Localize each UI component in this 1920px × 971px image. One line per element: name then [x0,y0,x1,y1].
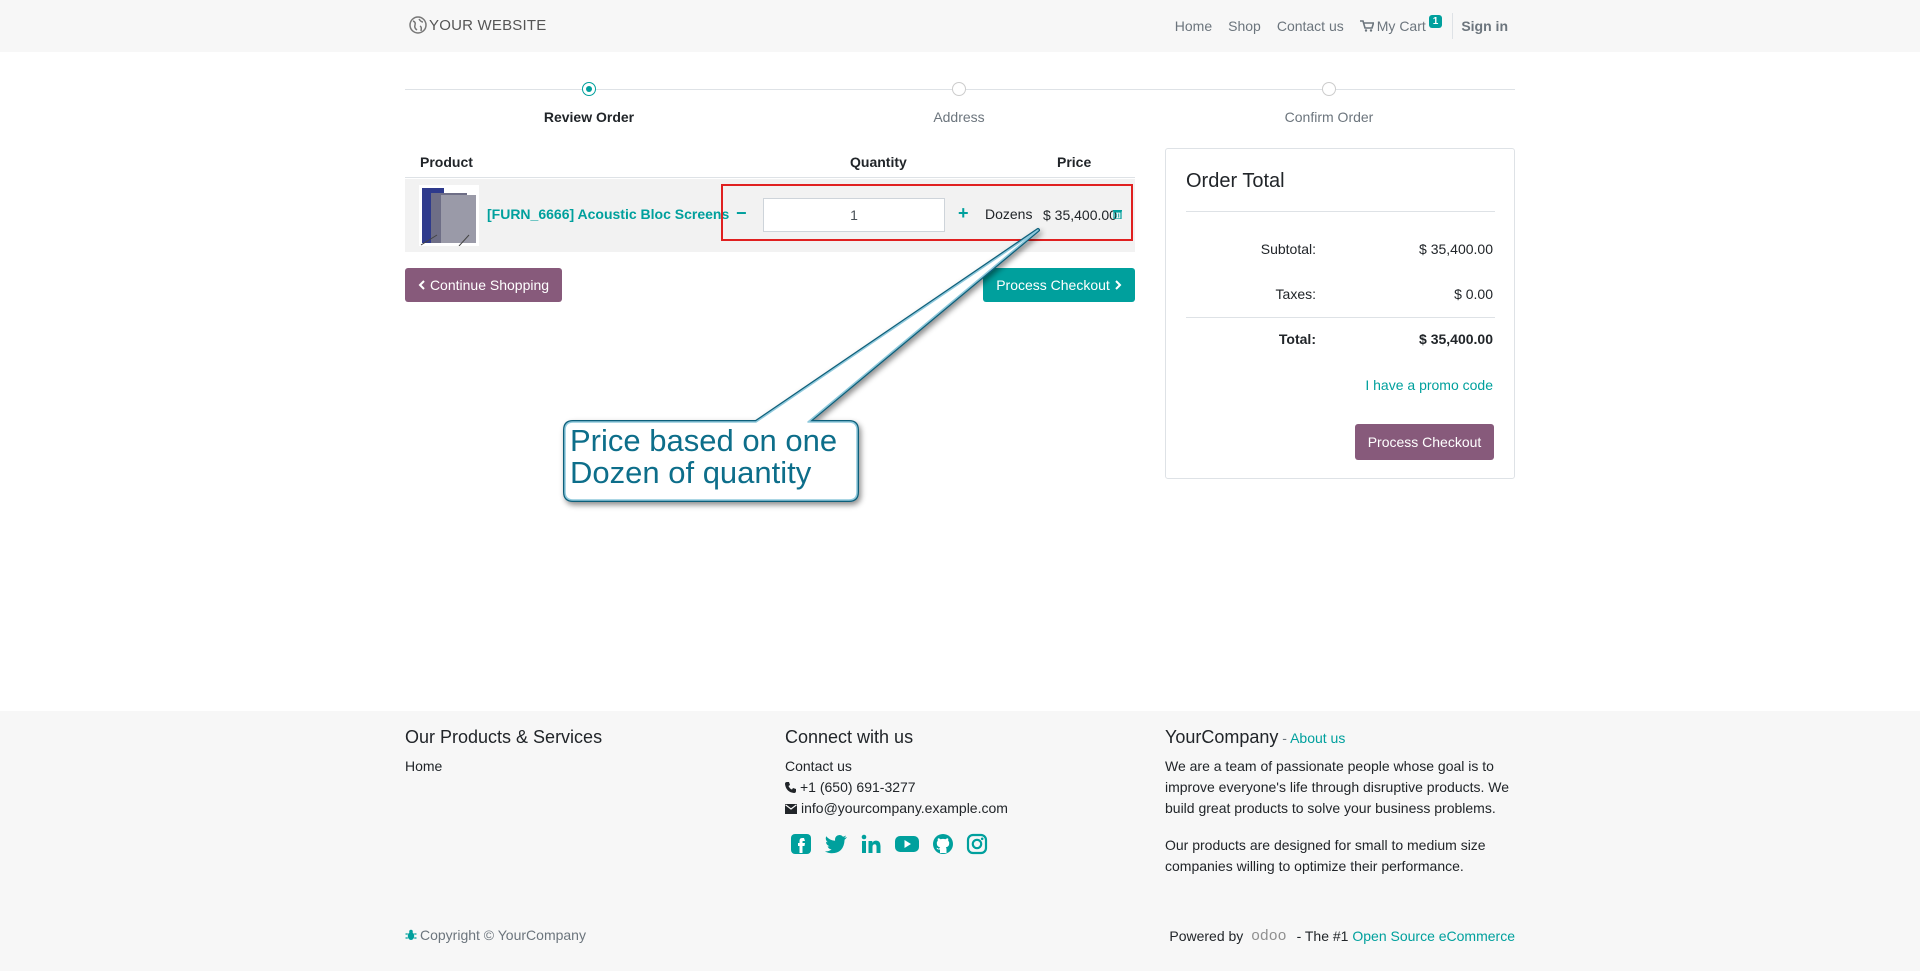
step-review-order: Review Order [543,109,635,125]
linkedin-icon[interactable] [860,833,882,858]
step-dot-confirm [1322,82,1336,96]
twitter-icon[interactable] [824,833,848,858]
promo-code-link[interactable]: I have a promo code [1365,377,1493,393]
footer-connect-column: Connect with us Contact us +1 (650) 691-… [785,727,1008,858]
company-name: YourCompany [1165,727,1279,747]
instagram-icon[interactable] [966,833,988,858]
total-value: $ 35,400.00 [1419,331,1493,347]
subtotal-value: $ 35,400.00 [1419,241,1493,257]
main-nav: Home Shop Contact us My Cart 1 Sign in [1159,0,1508,52]
chevron-left-icon [418,280,425,290]
email-address: info@yourcompany.example.com [801,800,1008,816]
signin-link[interactable]: Sign in [1461,18,1508,34]
odoo-logo[interactable]: odoo [1251,927,1286,944]
product-image[interactable] [419,185,479,247]
footer-products-column: Our Products & Services Home [405,727,602,777]
powered-by: Powered by odoo - The #1 Open Source eCo… [1169,927,1515,944]
continue-shopping-label: Continue Shopping [429,277,550,293]
order-total-title: Order Total [1186,170,1285,192]
taxes-label: Taxes: [1275,286,1316,302]
about-paragraph-1: We are a team of passionate people whose… [1165,758,1510,816]
highlight-box: − + Dozens $ 35,400.00 [721,184,1133,241]
phone-icon [785,782,796,793]
nav-contact[interactable]: Contact us [1277,18,1344,34]
footer-about-title: YourCompany - About us [1165,727,1525,748]
social-links [790,833,1008,858]
taxes-value: $ 0.00 [1454,286,1493,302]
nav-cart[interactable]: My Cart 1 [1359,14,1443,34]
product-name-link[interactable]: [FURN_6666] Acoustic Bloc Screens [487,206,729,222]
cart-icon [1359,20,1374,32]
card-divider [1186,211,1495,212]
step-dot-review [582,82,596,96]
continue-shopping-button[interactable]: Continue Shopping [405,268,562,302]
brand-name: YOUR WEBSITE [429,16,547,34]
cart-label: My Cart [1376,18,1426,34]
nav-divider [1452,13,1454,39]
step-confirm-order: Confirm Order [1284,109,1374,125]
col-product: Product [420,154,473,170]
step-dot-address [952,82,966,96]
site-header: YOUR WEBSITE Home Shop Contact us My Car… [0,0,1920,52]
phone-number: +1 (650) 691-3277 [800,779,916,795]
step-address: Address [933,109,985,125]
unit-of-measure: Dozens [985,206,1033,222]
callout-line-1: Price based on one [570,423,838,458]
minus-icon[interactable]: − [736,204,747,222]
cart-table-header: Product Quantity Price [405,150,1135,178]
subtotal-label: Subtotal: [1260,241,1316,257]
footer-email: info@yourcompany.example.com [785,798,1008,819]
site-logo[interactable]: YOUR WEBSITE [409,16,546,34]
process-checkout-button[interactable]: Process Checkout [983,268,1135,302]
cart-count-badge: 1 [1428,14,1443,28]
callout-text: Price based on one Dozen of quantity [570,425,837,489]
plus-icon[interactable]: + [958,204,969,222]
col-price: Price [1057,154,1092,170]
open-source-ecommerce-link[interactable]: Open Source eCommerce [1352,928,1515,944]
footer-about-column: YourCompany - About us We are a team of … [1165,727,1525,877]
line-price: $ 35,400.00 [1043,207,1117,223]
powered-by-mid: - The #1 [1292,927,1353,944]
footer-products-title: Our Products & Services [405,727,603,747]
footer-connect-title: Connect with us [785,727,914,747]
copyright-text: Copyright © YourCompany [420,927,586,943]
footer-phone: +1 (650) 691-3277 [785,777,1008,798]
copyright: Copyright © YourCompany [405,927,586,943]
globe-icon [409,16,427,34]
about-us-link[interactable]: About us [1290,730,1345,746]
powered-by-label: Powered by [1169,927,1244,944]
github-icon[interactable] [932,833,954,858]
footer-home-link[interactable]: Home [405,756,602,777]
footer-contact-link[interactable]: Contact us [785,756,1008,777]
card-divider [1186,317,1495,318]
youtube-icon[interactable] [894,833,920,858]
cart-line: [FURN_6666] Acoustic Bloc Screens − + Do… [405,179,1135,252]
trash-icon[interactable] [1113,209,1122,219]
envelope-icon [785,803,797,814]
site-footer: Our Products & Services Home Connect wit… [0,711,1920,971]
nav-shop[interactable]: Shop [1228,18,1261,34]
title-separator: - [1278,730,1291,746]
process-checkout-label: Process Checkout [996,277,1110,293]
card-process-checkout-button[interactable]: Process Checkout [1355,424,1494,460]
about-paragraph-2: Our products are designed for small to m… [1165,837,1486,874]
facebook-icon[interactable] [790,833,812,858]
callout-line-2: Dozen of quantity [570,455,812,490]
total-label: Total: [1278,331,1316,347]
order-total-card: Order Total Subtotal: $ 35,400.00 Taxes:… [1165,148,1515,479]
bug-icon [405,929,417,940]
quantity-input[interactable] [763,198,945,232]
col-quantity: Quantity [850,154,907,170]
nav-home[interactable]: Home [1175,18,1212,34]
chevron-right-icon [1115,280,1122,290]
